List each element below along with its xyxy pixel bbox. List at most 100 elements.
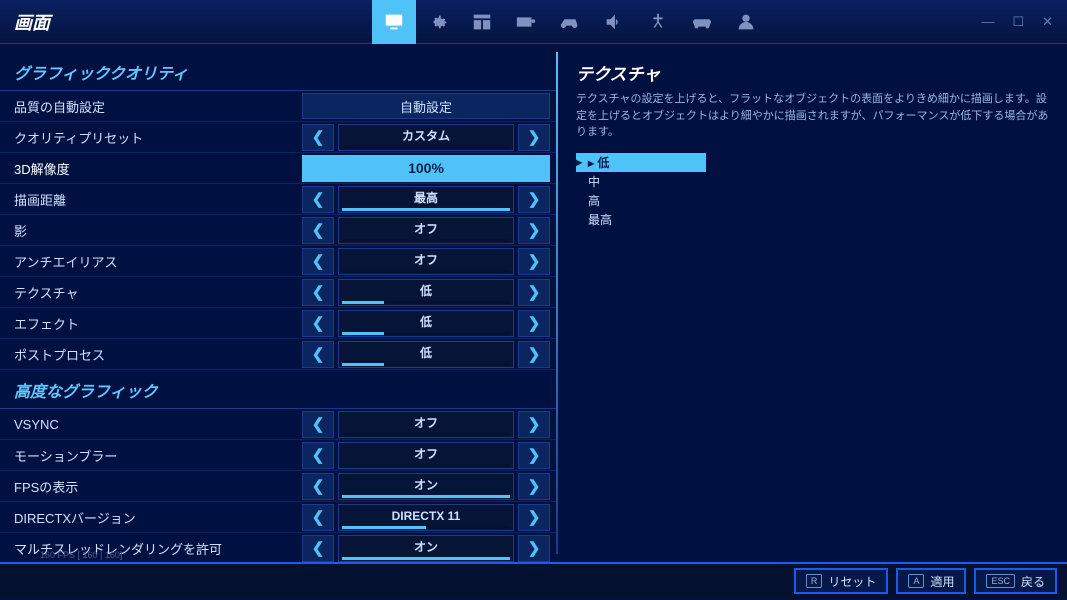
arrow-right-icon[interactable]: ❯ [518,186,550,213]
setting-value: 低 [338,341,514,368]
setting-row[interactable]: 影❮オフ❯ [0,215,556,246]
setting-value: オン [338,473,514,500]
arrow-left-icon[interactable]: ❮ [302,411,334,438]
reset-button[interactable]: Rリセット [794,568,889,594]
setting-row[interactable]: クオリティプリセット❮カスタム❯ [0,122,556,153]
setting-label: DIRECTXバージョン [0,508,302,527]
tab-account[interactable] [724,0,768,44]
setting-row[interactable]: アンチエイリアス❮オフ❯ [0,246,556,277]
arrow-right-icon[interactable]: ❯ [518,504,550,531]
setting-row[interactable]: FPSの表示❮オン❯ [0,471,556,502]
page-title: 画面 [0,9,372,35]
info-option[interactable]: 最高 [576,210,706,229]
setting-control: ❮オフ❯ [302,248,550,275]
setting-control: ❮低❯ [302,341,550,368]
arrow-left-icon[interactable]: ❮ [302,341,334,368]
setting-label: クオリティプリセット [0,128,302,147]
setting-value: カスタム [338,124,514,151]
selected-value[interactable]: 100% [302,155,550,182]
arrow-right-icon[interactable]: ❯ [518,411,550,438]
apply-button[interactable]: A適用 [896,568,966,594]
setting-control: ❮低❯ [302,310,550,337]
setting-control: ❮最高❯ [302,186,550,213]
minimize-icon[interactable]: — [981,14,994,30]
setting-value: 低 [338,279,514,306]
setting-row[interactable]: 品質の自動設定自動設定 [0,91,556,122]
main: グラフィッククオリティ品質の自動設定自動設定クオリティプリセット❮カスタム❯3D… [0,44,1067,562]
setting-value: 低 [338,310,514,337]
setting-label: モーションブラー [0,446,302,465]
section-head: 高度なグラフィック [0,370,556,409]
setting-label: 品質の自動設定 [0,97,302,116]
setting-label: エフェクト [0,314,302,333]
info-option[interactable]: 高 [576,191,706,210]
setting-label: 描画距離 [0,190,302,209]
setting-value: DIRECTX 11 [338,504,514,531]
setting-value: オフ [338,217,514,244]
tab-keyboard[interactable] [504,0,548,44]
tab-accessibility[interactable] [636,0,680,44]
setting-value: オフ [338,411,514,438]
arrow-left-icon[interactable]: ❮ [302,442,334,469]
setting-value: オフ [338,248,514,275]
auto-button[interactable]: 自動設定 [302,93,550,119]
maximize-icon[interactable]: ☐ [1012,14,1024,30]
arrow-right-icon[interactable]: ❯ [518,473,550,500]
info-options: ▸ 低中高最高 [576,153,1049,229]
arrow-left-icon[interactable]: ❮ [302,124,334,151]
back-button[interactable]: ESC戻る [974,568,1057,594]
setting-row[interactable]: テクスチャ❮低❯ [0,277,556,308]
setting-control: ❮オン❯ [302,473,550,500]
setting-row[interactable]: VSYNC❮オフ❯ [0,409,556,440]
window-controls: — ☐ ✕ [981,14,1067,30]
arrow-right-icon[interactable]: ❯ [518,341,550,368]
arrow-left-icon[interactable]: ❮ [302,186,334,213]
tab-settings[interactable] [416,0,460,44]
tab-gamepad[interactable] [680,0,724,44]
arrow-left-icon[interactable]: ❮ [302,279,334,306]
arrow-left-icon[interactable]: ❮ [302,535,334,562]
setting-control: ❮DIRECTX 11❯ [302,504,550,531]
arrow-right-icon[interactable]: ❯ [518,124,550,151]
arrow-right-icon[interactable]: ❯ [518,310,550,337]
info-option[interactable]: 中 [576,172,706,191]
fps-counter: 160 FPS [ 160 | 160] [40,550,122,560]
setting-label: テクスチャ [0,283,302,302]
arrow-right-icon[interactable]: ❯ [518,217,550,244]
setting-row[interactable]: 3D解像度100% [0,153,556,184]
setting-value: 最高 [338,186,514,213]
tab-display[interactable] [372,0,416,44]
setting-control: ❮低❯ [302,279,550,306]
settings-list: グラフィッククオリティ品質の自動設定自動設定クオリティプリセット❮カスタム❯3D… [0,44,556,562]
setting-row[interactable]: DIRECTXバージョン❮DIRECTX 11❯ [0,502,556,533]
setting-row[interactable]: ポストプロセス❮低❯ [0,339,556,370]
info-desc: テクスチャの設定を上げると、フラットなオブジェクトの表面をよりきめ細かに描画しま… [576,91,1049,141]
tab-hud[interactable] [460,0,504,44]
setting-value: オン [338,535,514,562]
setting-label: 影 [0,221,302,240]
arrow-left-icon[interactable]: ❮ [302,310,334,337]
info-title: テクスチャ [576,60,1049,85]
arrow-right-icon[interactable]: ❯ [518,279,550,306]
setting-control: ❮オフ❯ [302,411,550,438]
header: 画面 — ☐ ✕ [0,0,1067,44]
arrow-left-icon[interactable]: ❮ [302,217,334,244]
arrow-right-icon[interactable]: ❯ [518,248,550,275]
arrow-right-icon[interactable]: ❯ [518,442,550,469]
setting-label: VSYNC [0,417,302,432]
setting-row[interactable]: 描画距離❮最高❯ [0,184,556,215]
setting-row[interactable]: エフェクト❮低❯ [0,308,556,339]
info-option[interactable]: ▸ 低 [576,153,706,172]
setting-value: オフ [338,442,514,469]
arrow-left-icon[interactable]: ❮ [302,248,334,275]
arrow-right-icon[interactable]: ❯ [518,535,550,562]
setting-label: ポストプロセス [0,345,302,364]
tab-audio[interactable] [592,0,636,44]
section-head: グラフィッククオリティ [0,52,556,91]
arrow-left-icon[interactable]: ❮ [302,473,334,500]
setting-row[interactable]: モーションブラー❮オフ❯ [0,440,556,471]
tab-controller[interactable] [548,0,592,44]
setting-control: 自動設定 [302,93,550,120]
arrow-left-icon[interactable]: ❮ [302,504,334,531]
close-icon[interactable]: ✕ [1042,14,1053,30]
